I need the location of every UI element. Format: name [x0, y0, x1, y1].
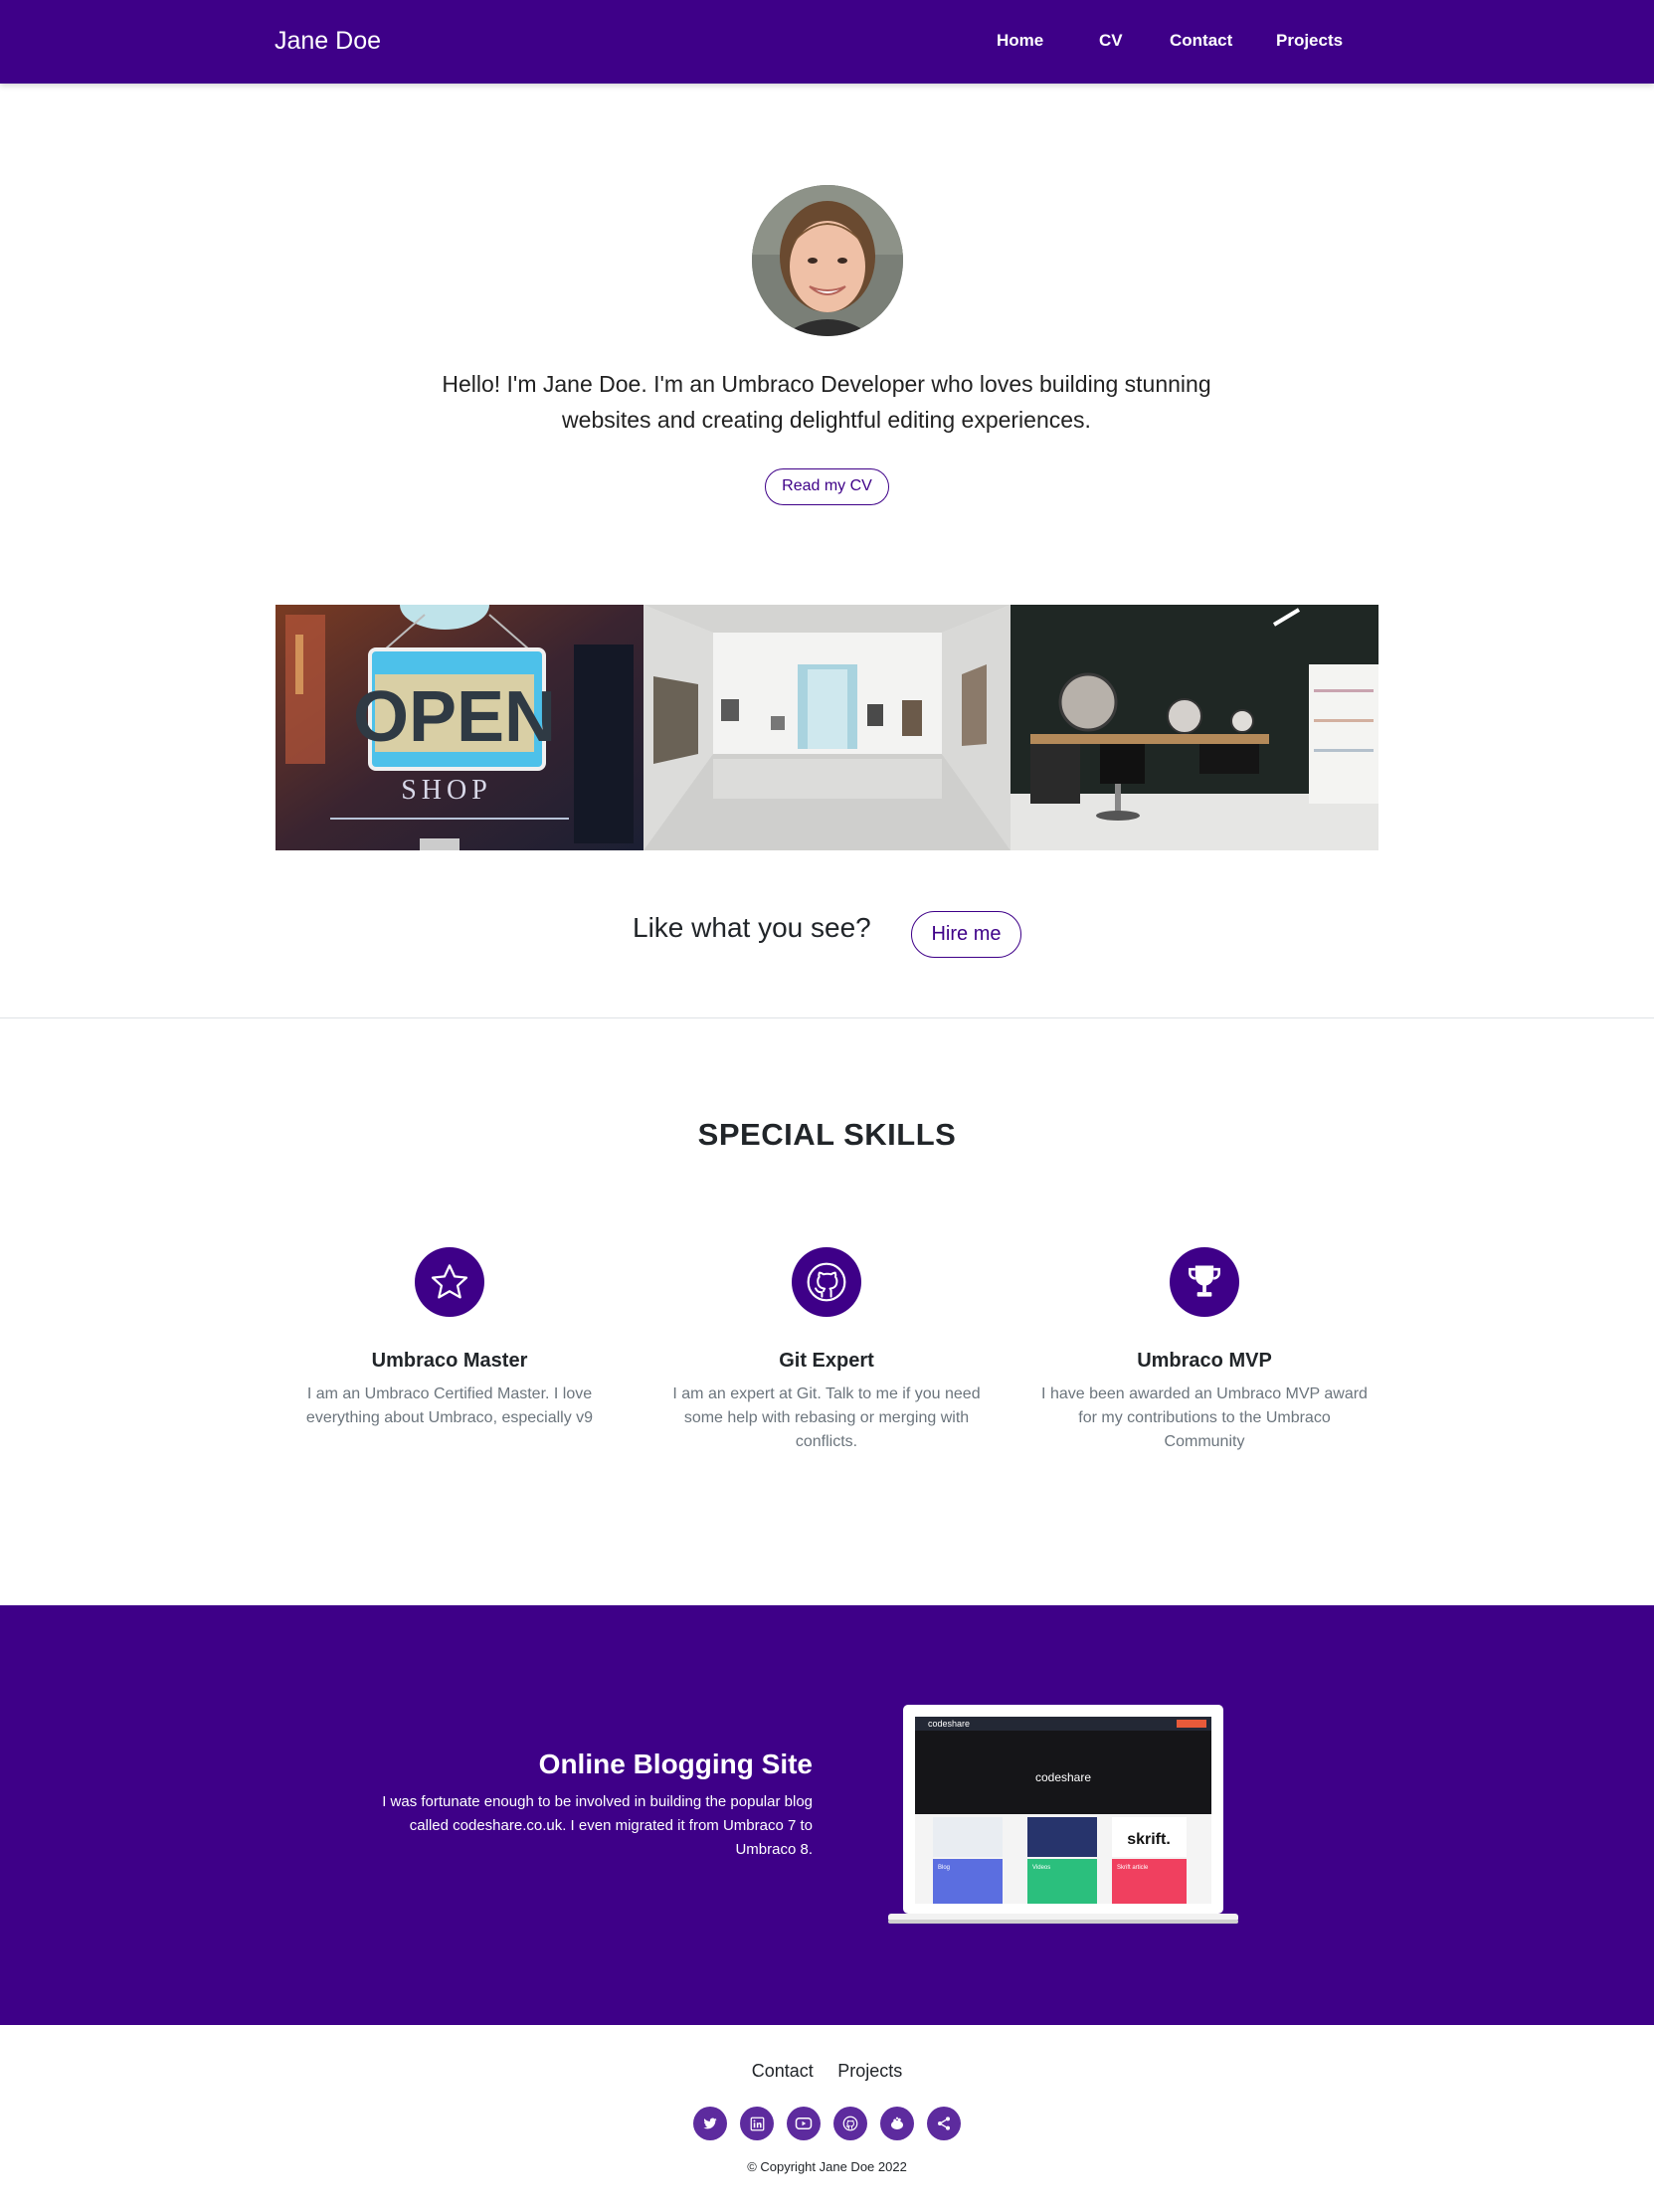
- card-skrift: Skrift article: [1117, 1865, 1149, 1871]
- open-sign-text: OPEN: [353, 677, 556, 757]
- github-icon[interactable]: [833, 2107, 867, 2140]
- gallery-image-open-shop[interactable]: OPEN SHOP: [276, 605, 643, 850]
- footer-link-contact[interactable]: Contact: [752, 2061, 814, 2081]
- intro-text: Hello! I'm Jane Doe. I'm an Umbraco Deve…: [442, 371, 1211, 433]
- trophy-icon: [1170, 1247, 1239, 1317]
- youtube-icon[interactable]: [787, 2107, 821, 2140]
- skill-title: Umbraco MVP: [1137, 1350, 1272, 1372]
- nav-item-home[interactable]: Home: [997, 31, 1043, 51]
- nav-item-projects[interactable]: Projects: [1276, 31, 1343, 51]
- linkedin-icon[interactable]: [740, 2107, 774, 2140]
- skill-item: Umbraco MVP I have been awarded an Umbra…: [1040, 1247, 1369, 1454]
- gallery-image-salon[interactable]: [1011, 605, 1378, 850]
- star-icon: [415, 1247, 484, 1317]
- nav-item-contact[interactable]: Contact: [1170, 31, 1232, 51]
- featured-project: Online Blogging Site I was fortunate eno…: [0, 1605, 1654, 2025]
- card-videos: Videos: [1032, 1865, 1050, 1871]
- skill-item: Umbraco Master I am an Umbraco Certified…: [285, 1247, 614, 1430]
- share-icon[interactable]: [927, 2107, 961, 2140]
- codeshare-nav-logo: codeshare: [928, 1719, 970, 1729]
- nav-item-cv[interactable]: CV: [1099, 31, 1123, 51]
- project-gallery: OPEN SHOP: [276, 605, 1378, 850]
- skrift-logo: skrift.: [1127, 1831, 1171, 1848]
- hire-me-button[interactable]: Hire me: [911, 911, 1021, 958]
- skill-title: Git Expert: [779, 1350, 874, 1372]
- github-icon: [792, 1247, 861, 1317]
- skill-description: I have been awarded an Umbraco MVP award…: [1041, 1385, 1368, 1450]
- brand-link[interactable]: Jane Doe: [275, 27, 381, 56]
- laptop-screenshot[interactable]: codeshare codeshare skrift. Blog Videos …: [888, 1705, 1238, 1926]
- avatar: [752, 185, 903, 336]
- shop-text: SHOP: [401, 775, 492, 806]
- card-blog: Blog: [938, 1865, 950, 1871]
- section-divider: [0, 1017, 1654, 1018]
- skill-title: Umbraco Master: [371, 1350, 528, 1372]
- skills-title: SPECIAL SKILLS: [697, 1117, 957, 1152]
- umbraco-forum-icon[interactable]: [880, 2107, 914, 2140]
- skill-item: Git Expert I am an expert at Git. Talk t…: [662, 1247, 991, 1454]
- social-links: [693, 2107, 962, 2140]
- footer-links: Contact Projects: [0, 2061, 1654, 2082]
- copyright: © Copyright Jane Doe 2022: [747, 2159, 907, 2174]
- feature-title: Online Blogging Site: [538, 1749, 813, 1779]
- footer-link-projects[interactable]: Projects: [837, 2061, 902, 2081]
- read-cv-button[interactable]: Read my CV: [765, 468, 889, 505]
- avatar-photo: [752, 185, 903, 336]
- navbar: Jane Doe Home CV Contact Projects: [0, 0, 1654, 84]
- gallery-image-art-gallery[interactable]: [643, 605, 1011, 850]
- twitter-icon[interactable]: [693, 2107, 727, 2140]
- feature-description: I was fortunate enough to be involved in…: [382, 1793, 813, 1858]
- skill-description: I am an Umbraco Certified Master. I love…: [305, 1385, 594, 1426]
- codeshare-hero-logo: codeshare: [1035, 1770, 1091, 1784]
- skill-description: I am an expert at Git. Talk to me if you…: [672, 1385, 981, 1450]
- cta-text: Like what you see?: [633, 912, 871, 943]
